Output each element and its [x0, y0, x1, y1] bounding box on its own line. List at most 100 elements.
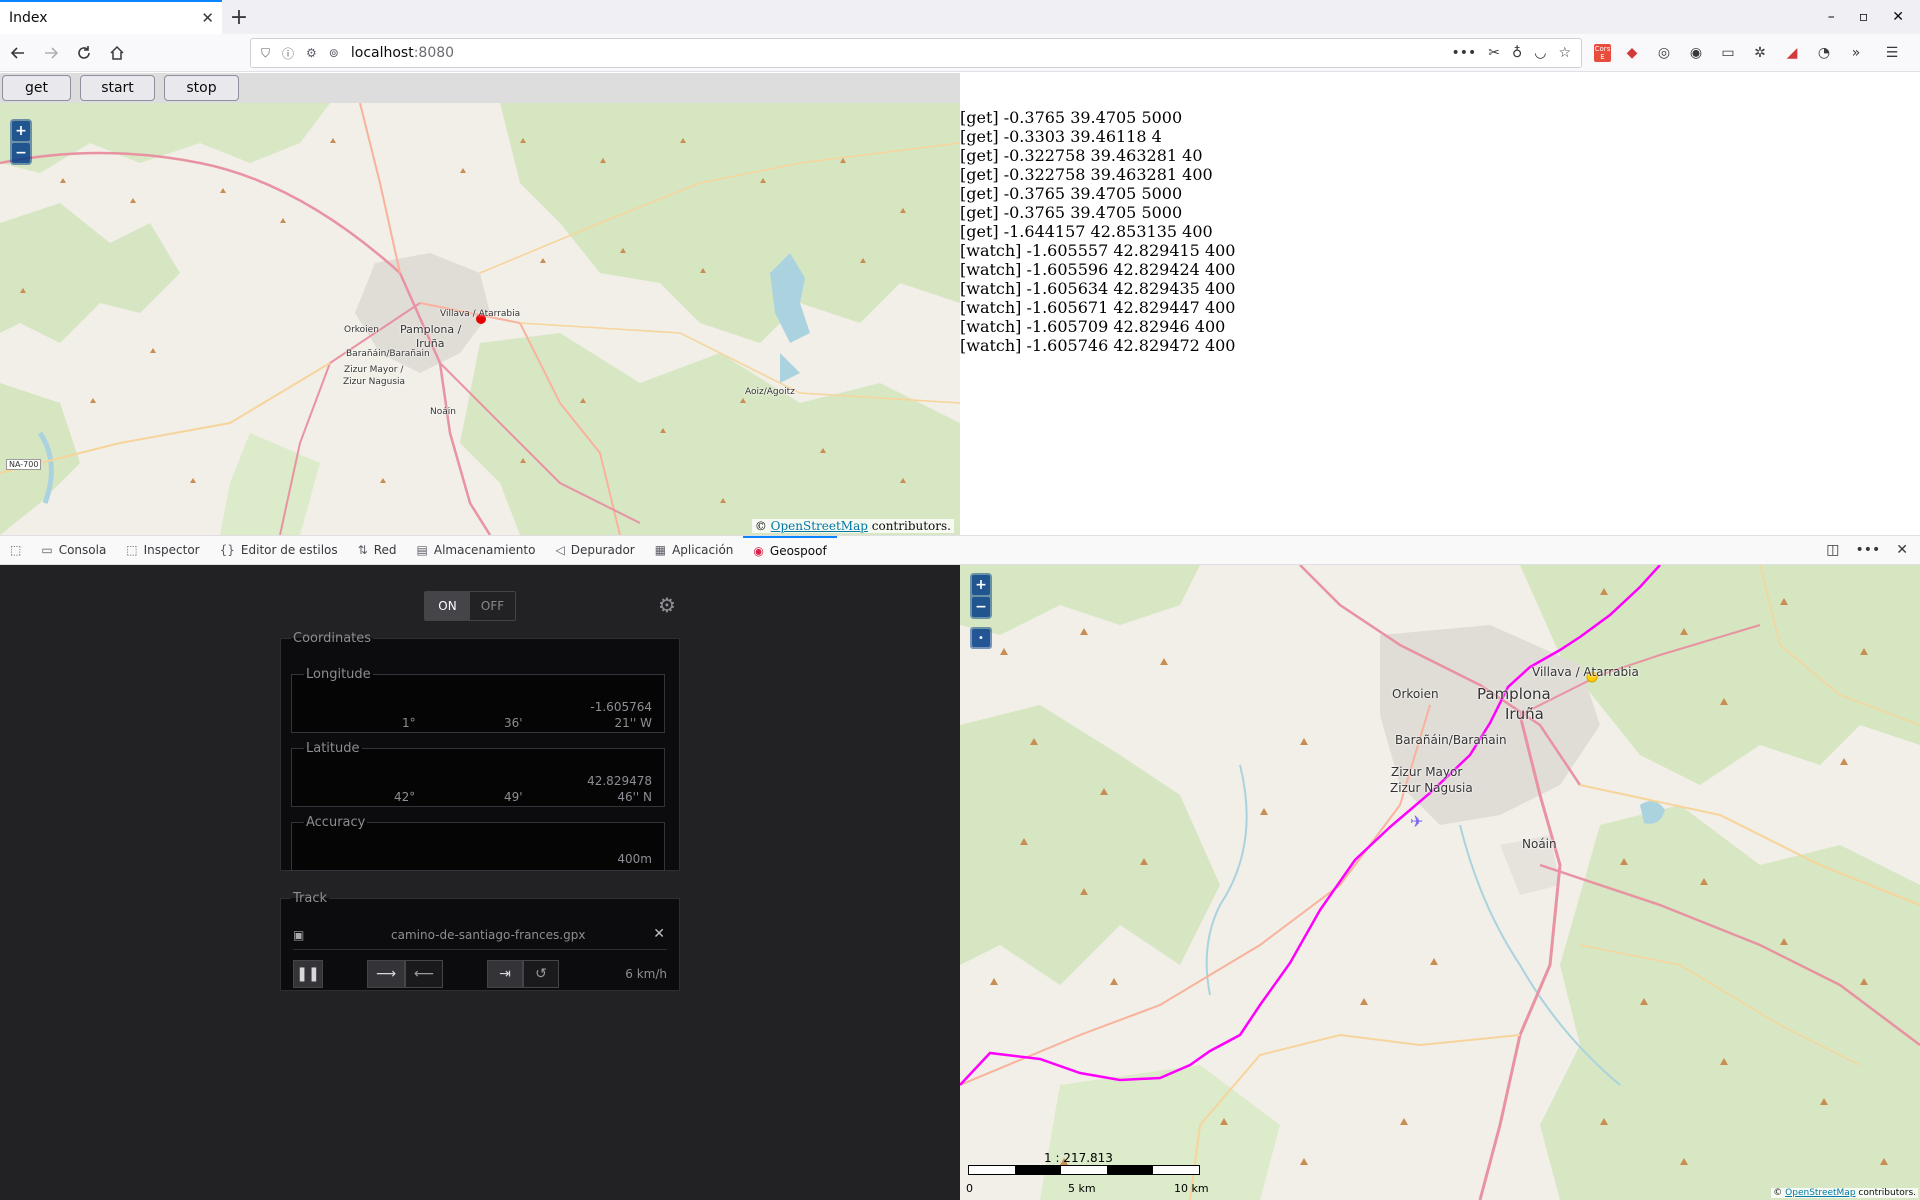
geospoof-extension-icon[interactable]: ◢: [1781, 42, 1803, 64]
pause-button[interactable]: ❚❚: [293, 960, 323, 988]
new-tab-button[interactable]: +: [222, 0, 256, 34]
dock-side-icon[interactable]: ◫: [1826, 542, 1839, 558]
accuracy-fieldset[interactable]: Accuracy 400m: [291, 815, 665, 871]
attribution-prefix: ©: [754, 519, 771, 533]
longitude-value[interactable]: -1.605764: [590, 700, 652, 714]
bookmark-star-icon[interactable]: ☆: [1558, 45, 1571, 61]
map2-label-zizur-2: Zizur Nagusia: [1390, 781, 1473, 795]
synced-tabs-icon[interactable]: ▭: [1717, 42, 1739, 64]
devtools-tab-depurador[interactable]: ◁ Depurador: [545, 536, 644, 565]
element-picker-button[interactable]: ⬚: [0, 536, 31, 565]
forward-button[interactable]: [36, 38, 66, 68]
bulb-icon[interactable]: ♁: [1512, 45, 1522, 61]
locate-icon: •: [972, 629, 990, 647]
url-bar[interactable]: ⛉ ⓘ ⚙ ⊚ localhost:8080 ••• ✂ ♁ ◡ ☆: [250, 38, 1582, 68]
log-line: [get] -0.3765 39.4705 5000: [960, 203, 1183, 222]
map2-label-orkoien: Orkoien: [1392, 687, 1439, 701]
map2-zoom-out-button[interactable]: −: [972, 597, 990, 617]
map2-osm-link[interactable]: OpenStreetMap: [1785, 1188, 1855, 1198]
devtools-tab-label: Depurador: [570, 543, 635, 557]
map-label-pamplona: Pamplona /: [400, 323, 462, 336]
devtools-tab-geospoof[interactable]: ◉ Geospoof: [743, 535, 837, 565]
page-map[interactable]: Villava / Atarrabia Pamplona / Iruña Ork…: [0, 103, 960, 535]
forward-direction-button[interactable]: ⟶: [367, 960, 405, 988]
page-map-attribution: © OpenStreetMap contributors.: [751, 519, 954, 533]
devtools-tab-list: ▭ Consola ⬚ Inspector {} Editor de estilos ⇅ Re…: [31, 535, 837, 565]
log-line: [watch] -1.605596 42.829424 400: [960, 260, 1236, 279]
close-window-button[interactable]: ✕: [1892, 9, 1904, 25]
map-label-zizur-2: Zizur Nagusia: [343, 377, 406, 387]
tab-close-icon[interactable]: ✕: [201, 9, 214, 27]
devtools-tab-inspector[interactable]: ⬚ Inspector: [116, 536, 209, 565]
debugger-icon: ◁: [555, 543, 565, 557]
settings-gear-icon[interactable]: ⚙: [658, 593, 676, 617]
longitude-fieldset[interactable]: Longitude -1.605764 1° 36' 21'' W: [291, 667, 665, 733]
locate-button[interactable]: •: [970, 627, 992, 649]
geospoof-map[interactable]: ✈ Villava / Atarrabia Pamplona Iruña Ork…: [960, 565, 1920, 1200]
tab-title: Index: [9, 10, 48, 26]
devtools-tab-red[interactable]: ⇅ Red: [348, 536, 407, 565]
cors-extension-icon[interactable]: Cors E: [1594, 44, 1611, 62]
latitude-value[interactable]: 42.829478: [587, 774, 652, 788]
accuracy-value[interactable]: 400m: [617, 852, 652, 866]
devtools-tab-aplicaci-n[interactable]: ▦ Aplicación: [645, 536, 744, 565]
maximize-button[interactable]: ▫: [1859, 9, 1869, 25]
reverse-direction-button[interactable]: ⟵: [405, 960, 443, 988]
get-button[interactable]: get: [2, 75, 71, 101]
permissions-icon[interactable]: ⚙: [306, 46, 317, 60]
page-actions-icon[interactable]: •••: [1451, 45, 1476, 61]
latitude-fieldset[interactable]: Latitude 42.829478 42° 49' 46'' N: [291, 741, 665, 807]
reload-button[interactable]: [69, 38, 99, 68]
eraser-extension-icon[interactable]: ◆: [1621, 42, 1643, 64]
browser-tab[interactable]: Index ✕: [0, 0, 222, 34]
toggle-off[interactable]: OFF: [470, 592, 515, 620]
zoom-out-button[interactable]: −: [12, 143, 30, 163]
minimize-button[interactable]: –: [1828, 9, 1835, 25]
log-line: [get] -0.3765 39.4705 5000: [960, 108, 1183, 127]
zoom-in-button[interactable]: +: [12, 121, 30, 141]
pocket-icon[interactable]: ◡: [1534, 45, 1546, 61]
start-button[interactable]: start: [80, 75, 155, 101]
stop-button[interactable]: stop: [164, 75, 239, 101]
shield-icon[interactable]: ⛉: [261, 46, 270, 61]
timer-extension-icon[interactable]: ◔: [1813, 42, 1835, 64]
gear-extension-icon[interactable]: ✲: [1749, 42, 1771, 64]
save-icon[interactable]: ▣: [293, 928, 304, 942]
account-icon[interactable]: ◉: [1685, 42, 1707, 64]
speed-value[interactable]: 6 km/h: [625, 967, 667, 981]
devtools-tab-editor-de-estilos[interactable]: {} Editor de estilos: [210, 536, 348, 565]
screenshot-icon[interactable]: ✂: [1488, 45, 1500, 61]
log-line: [watch] -1.605709 42.82946 400: [960, 317, 1226, 336]
devtools-tab-almacenamiento[interactable]: ▤ Almacenamiento: [407, 536, 546, 565]
latitude-degrees[interactable]: 42°: [394, 790, 415, 804]
map-label-villava: Villava / Atarrabia: [440, 309, 521, 319]
longitude-seconds[interactable]: 21'' W: [614, 716, 652, 730]
back-button[interactable]: [3, 38, 33, 68]
devtools-menu-icon[interactable]: •••: [1855, 542, 1880, 558]
remove-track-icon[interactable]: ✕: [653, 926, 665, 942]
log-line: [watch] -1.605671 42.829447 400: [960, 298, 1236, 317]
osm-link[interactable]: OpenStreetMap: [771, 519, 868, 533]
home-button[interactable]: [102, 38, 132, 68]
connection-icon[interactable]: ⊚: [329, 46, 339, 60]
devtools-close-icon[interactable]: ✕: [1896, 542, 1908, 558]
longitude-degrees[interactable]: 1°: [402, 716, 416, 730]
hamburger-menu-icon[interactable]: ☰: [1881, 42, 1903, 64]
on-off-toggle[interactable]: ON OFF: [424, 591, 516, 621]
geospoof-panel: ON OFF ⚙ Coordinates Longitude -1.605764…: [0, 565, 960, 1200]
speedometer-extension-icon[interactable]: ◎: [1653, 42, 1675, 64]
overflow-chevron-icon[interactable]: »: [1845, 42, 1867, 64]
devtools-tab-label: Inspector: [143, 543, 200, 557]
devtools-tab-consola[interactable]: ▭ Consola: [31, 536, 116, 565]
info-icon[interactable]: ⓘ: [282, 45, 294, 62]
latitude-seconds[interactable]: 46'' N: [617, 790, 652, 804]
longitude-minutes[interactable]: 36': [504, 716, 523, 730]
map2-label-baranain: Barañáin/Barañain: [1395, 733, 1507, 747]
log-line: [get] -1.644157 42.853135 400: [960, 222, 1213, 241]
latitude-minutes[interactable]: 49': [504, 790, 523, 804]
toggle-on[interactable]: ON: [425, 592, 470, 620]
map2-zoom-in-button[interactable]: +: [972, 575, 990, 595]
loop-button[interactable]: ↺: [523, 960, 559, 988]
skip-to-end-button[interactable]: ⇥: [487, 960, 523, 988]
map-label-orkoien: Orkoien: [344, 325, 379, 335]
